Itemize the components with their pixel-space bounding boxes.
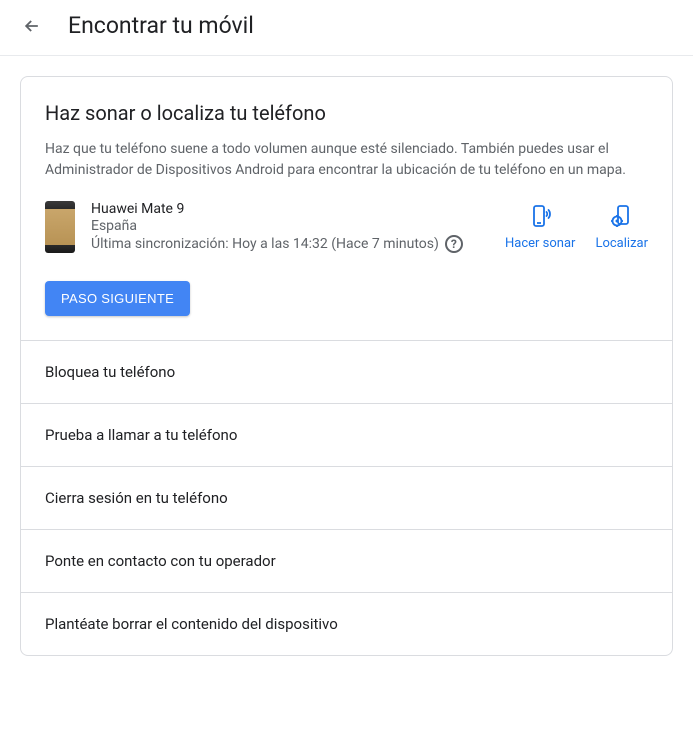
step-label: Prueba a llamar a tu teléfono [45, 426, 237, 444]
locate-icon [610, 204, 634, 228]
step-lock-phone[interactable]: Bloquea tu teléfono [21, 340, 672, 403]
step-label: Cierra sesión en tu teléfono [45, 489, 228, 507]
page-header: Encontrar tu móvil [0, 0, 693, 56]
section-title: Haz sonar o localiza tu teléfono [45, 101, 648, 125]
device-last-sync: Última sincronización: Hoy a las 14:32 (… [91, 235, 489, 253]
page-title: Encontrar tu móvil [68, 12, 254, 39]
device-location: España [91, 218, 489, 234]
content-card: Haz sonar o localiza tu teléfono Haz que… [20, 76, 673, 656]
locate-label: Localizar [595, 236, 648, 251]
step-label: Plantéate borrar el contenido del dispos… [45, 615, 338, 633]
step-erase-device[interactable]: Plantéate borrar el contenido del dispos… [21, 592, 672, 655]
step-call-phone[interactable]: Prueba a llamar a tu teléfono [21, 403, 672, 466]
back-arrow-icon[interactable] [20, 14, 44, 38]
help-icon[interactable]: ? [445, 235, 463, 253]
ring-icon [528, 204, 552, 228]
locate-button[interactable]: Localizar [595, 204, 648, 251]
step-label: Ponte en contacto con tu operador [45, 552, 276, 570]
step-contact-carrier[interactable]: Ponte en contacto con tu operador [21, 529, 672, 592]
device-thumbnail [45, 201, 75, 253]
ring-locate-section: Haz sonar o localiza tu teléfono Haz que… [21, 77, 672, 340]
next-step-button[interactable]: PASO SIGUIENTE [45, 281, 190, 316]
device-last-sync-text: Última sincronización: Hoy a las 14:32 (… [91, 236, 439, 252]
device-name: Huawei Mate 9 [91, 201, 489, 217]
device-info: Huawei Mate 9 España Última sincronizaci… [91, 201, 489, 253]
device-actions: Hacer sonar Localiz [505, 204, 648, 251]
ring-button[interactable]: Hacer sonar [505, 204, 575, 251]
section-description: Haz que tu teléfono suene a todo volumen… [45, 139, 648, 181]
step-sign-out[interactable]: Cierra sesión en tu teléfono [21, 466, 672, 529]
device-row: Huawei Mate 9 España Última sincronizaci… [45, 201, 648, 253]
ring-label: Hacer sonar [505, 236, 575, 251]
step-label: Bloquea tu teléfono [45, 363, 175, 381]
